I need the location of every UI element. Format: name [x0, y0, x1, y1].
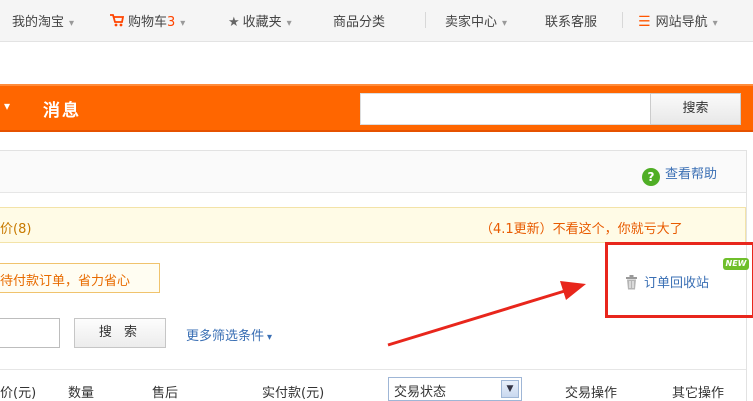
star-icon: ★ [228, 15, 240, 30]
cart-label: 购物车 [128, 15, 168, 30]
menu-icon: ☰ [638, 14, 651, 30]
notice-bar: 价(8) （4.1更新）不看这个，你就亏大了 [0, 207, 746, 243]
search-button[interactable]: 搜索 [650, 93, 741, 125]
my-taobao-label: 我的淘宝 [12, 15, 65, 30]
table-header-row: 价(元) 数量 售后 实付款(元) 交易状态 ▼ 交易操作 其它操作 [0, 369, 746, 401]
header-bar: ▾ 消息 搜索 [0, 84, 753, 132]
messages-title[interactable]: 消息 [43, 96, 81, 121]
chevron-down-icon: ▾ [502, 18, 508, 29]
nav-divider [425, 12, 426, 28]
contact-service-label: 联系客服 [545, 15, 598, 30]
cart-link[interactable]: 购物车3 ▾ [110, 11, 185, 30]
question-icon: ? [642, 168, 660, 186]
help-link[interactable]: ? 查看帮助 [642, 163, 717, 186]
filter-search-button[interactable]: 搜 索 [74, 318, 166, 348]
chevron-down-icon[interactable]: ▾ [4, 99, 10, 113]
column-other-actions: 其它操作 [672, 386, 725, 401]
update-notice-link[interactable]: （4.1更新）不看这个，你就亏大了 [480, 218, 683, 237]
orders-panel: ? 查看帮助 价(8) （4.1更新）不看这个，你就亏大了 待付款订单，省力省心 … [0, 150, 753, 401]
categories-label: 商品分类 [333, 15, 386, 30]
column-trade-actions: 交易操作 [565, 386, 618, 401]
site-nav-label: 网站导航 [655, 15, 708, 30]
column-after-sales: 售后 [152, 386, 179, 401]
order-filter-input[interactable] [0, 318, 60, 348]
highlight-annotation-box [605, 242, 753, 318]
promo-text: 待付款订单，省力省心 [0, 274, 131, 289]
nav-divider [622, 12, 623, 28]
contact-service-link[interactable]: 联系客服 [545, 11, 597, 30]
site-nav-menu[interactable]: ☰ 网站导航 ▾ [638, 11, 718, 30]
seller-center-label: 卖家中心 [445, 15, 498, 30]
trade-status-select[interactable]: 交易状态 ▼ [388, 377, 522, 401]
categories-link[interactable]: 商品分类 [333, 11, 385, 30]
chevron-down-icon: ▾ [180, 18, 186, 29]
promo-tip[interactable]: 待付款订单，省力省心 [0, 263, 160, 293]
more-filters-toggle[interactable]: 更多筛选条件 ▾ [186, 325, 272, 344]
review-count-tab[interactable]: 价(8) [0, 218, 31, 237]
column-price: 价(元) [0, 386, 37, 401]
more-filters-label: 更多筛选条件 [186, 329, 265, 344]
top-nav-bar: 我的淘宝 ▾ 购物车3 ▾ ★ 收藏夹 ▾ 商品分类 卖家中心 ▾ 联系客服 ☰ 网站导航 ▾ [0, 0, 753, 42]
favorites-menu[interactable]: ★ 收藏夹 ▾ [228, 11, 292, 30]
chevron-down-icon: ▼ [501, 380, 519, 398]
trade-status-value: 交易状态 [394, 385, 447, 400]
help-link-label: 查看帮助 [665, 167, 718, 182]
chevron-down-icon: ▾ [712, 18, 718, 29]
chevron-down-icon: ▾ [286, 18, 292, 29]
cart-count: 3 [167, 15, 176, 30]
cart-icon [110, 14, 124, 27]
column-paid-amount: 实付款(元) [262, 386, 325, 401]
favorites-label: 收藏夹 [242, 15, 282, 30]
help-row: ? 查看帮助 [0, 151, 746, 193]
seller-center-menu[interactable]: 卖家中心 ▾ [445, 11, 507, 30]
chevron-down-icon: ▾ [267, 332, 273, 343]
my-taobao-menu[interactable]: 我的淘宝 ▾ [12, 11, 74, 30]
column-quantity: 数量 [68, 386, 95, 401]
search-input[interactable] [360, 93, 651, 125]
chevron-down-icon: ▾ [69, 18, 75, 29]
